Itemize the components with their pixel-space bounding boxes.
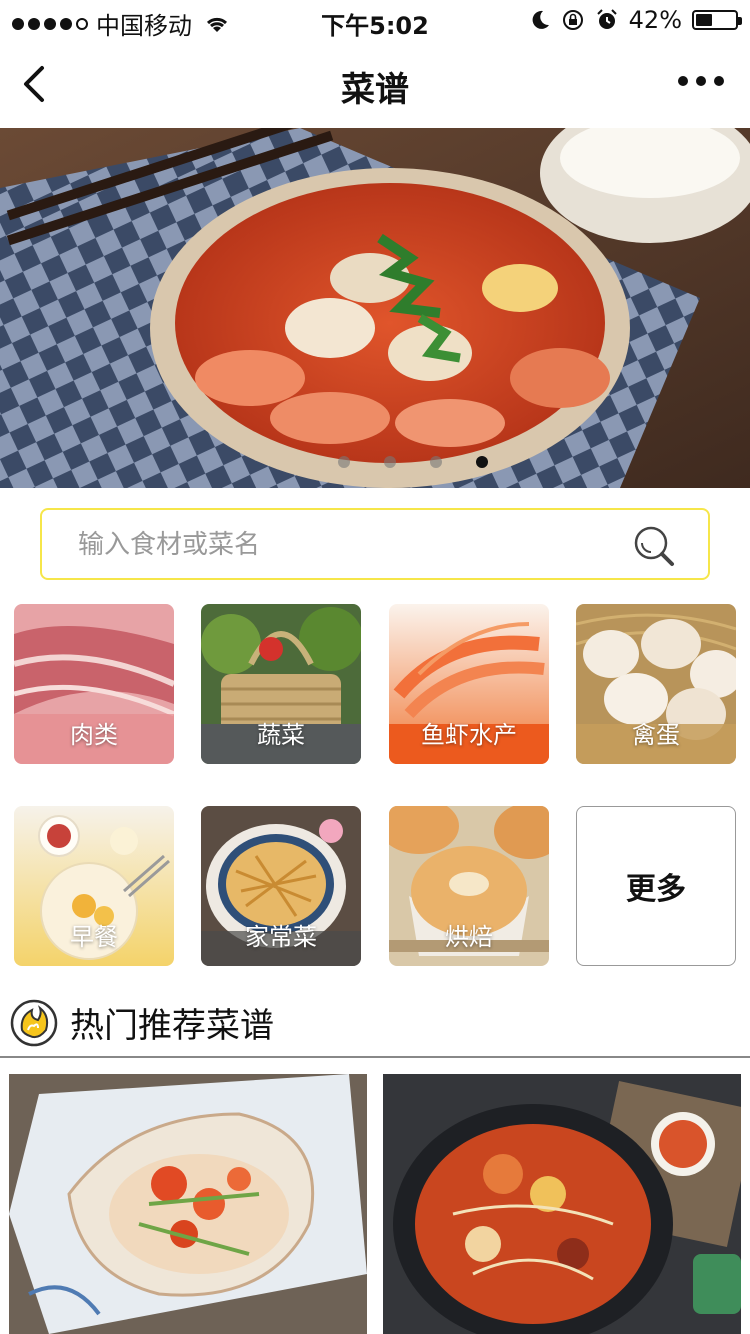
battery-percent: 42% [628, 6, 682, 34]
category-vegetables[interactable]: 蔬菜 [201, 604, 361, 764]
more-options-icon[interactable] [678, 76, 724, 86]
page-title: 菜谱 [341, 70, 409, 110]
carousel-dot[interactable] [384, 456, 396, 468]
recipe-card[interactable] [9, 1074, 367, 1334]
category-label: 鱼虾水产 [421, 721, 517, 749]
section-title: 热门推荐菜谱 [70, 1006, 274, 1046]
category-label: 早餐 [70, 923, 118, 951]
status-bar: 中国移动 下午5:02 42% [0, 0, 750, 40]
category-eggs[interactable]: 禽蛋 [576, 604, 736, 764]
banner-carousel[interactable] [0, 128, 750, 488]
moon-icon [532, 10, 549, 29]
search-input[interactable] [76, 510, 620, 580]
category-more-button[interactable]: 更多 [576, 806, 736, 966]
fire-icon [10, 999, 58, 1047]
category-label: 蔬菜 [257, 721, 305, 749]
alarm-icon [596, 9, 617, 29]
search-box [40, 508, 710, 580]
seafood-soup-image [0, 128, 750, 488]
carousel-indicators [0, 456, 750, 468]
battery-icon [692, 10, 742, 30]
category-breakfast[interactable]: 早餐 [14, 806, 174, 966]
carousel-dot[interactable] [430, 456, 442, 468]
battery-fill [696, 14, 712, 26]
category-meat[interactable]: 肉类 [14, 604, 174, 764]
rotation-lock-icon [562, 10, 583, 30]
category-label: 家常菜 [245, 923, 317, 951]
category-home-dishes[interactable]: 家常菜 [201, 806, 361, 966]
more-label: 更多 [626, 872, 686, 907]
category-seafood[interactable]: 鱼虾水产 [389, 604, 549, 764]
status-right: 42% [529, 6, 742, 34]
category-label: 肉类 [70, 721, 118, 749]
army-stew-image [383, 1074, 741, 1334]
recipe-card[interactable] [383, 1074, 741, 1334]
nav-bar: 菜谱 [0, 40, 750, 128]
category-label: 烘焙 [445, 923, 493, 951]
search-icon[interactable] [632, 524, 676, 568]
category-baking[interactable]: 烘焙 [389, 806, 549, 966]
carousel-dot[interactable] [338, 456, 350, 468]
hot-recipes-header: 热门推荐菜谱 [0, 990, 750, 1058]
steamed-crab-image [9, 1074, 367, 1334]
category-label: 禽蛋 [632, 721, 680, 749]
carousel-dot[interactable] [476, 456, 488, 468]
